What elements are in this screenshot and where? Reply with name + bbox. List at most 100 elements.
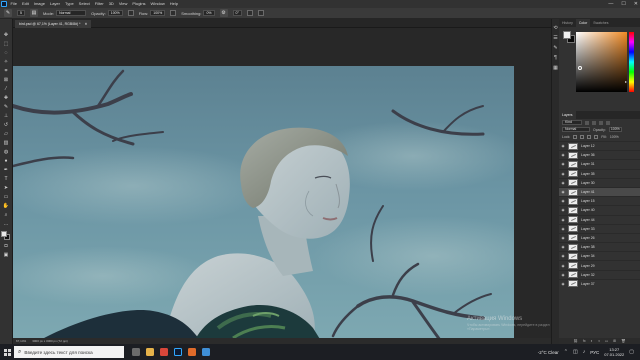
layer-row[interactable]: ◉ Layer 37	[559, 278, 640, 288]
tab-history[interactable]: History	[559, 19, 576, 27]
color-field[interactable]	[576, 32, 627, 92]
lasso-tool-icon[interactable]: ◌	[1, 49, 11, 57]
pen-tool-icon[interactable]: ✒	[1, 166, 11, 174]
visibility-eye-icon[interactable]: ◉	[561, 264, 565, 268]
symmetry-icon[interactable]	[257, 10, 264, 16]
smoothing-field[interactable]: 0%	[203, 10, 215, 16]
crop-tool-icon[interactable]: ⌗	[1, 67, 11, 75]
messenger-icon[interactable]	[202, 348, 210, 356]
tab-color[interactable]: Color	[575, 19, 591, 27]
visibility-eye-icon[interactable]: ◉	[561, 153, 565, 157]
libraries-panel-icon[interactable]: ▦	[553, 65, 558, 71]
mask-icon[interactable]: ◐	[591, 339, 593, 343]
lock-all-icon[interactable]	[594, 134, 599, 139]
panel-foreground-swatch[interactable]	[563, 31, 571, 39]
menu-window[interactable]: Window	[148, 0, 167, 8]
link-icon[interactable]: ⛓	[573, 339, 577, 343]
gradient-tool-icon[interactable]: ▥	[1, 139, 11, 147]
brush-panel-icon[interactable]: ✎	[553, 45, 557, 51]
visibility-eye-icon[interactable]: ◉	[561, 218, 565, 222]
menu-view[interactable]: View	[116, 0, 130, 8]
clone-stamp-tool-icon[interactable]: ⊥	[1, 112, 11, 120]
canvas-workspace[interactable]	[13, 28, 559, 344]
maximize-button[interactable]: ☐	[621, 1, 625, 7]
screen-mode-icon[interactable]: ▣	[1, 251, 11, 259]
photoshop-taskbar-icon[interactable]	[174, 348, 182, 356]
menu-edit[interactable]: Edit	[19, 0, 31, 8]
layer-row[interactable]: ◉ Layer 30	[559, 177, 640, 187]
menu-type[interactable]: Type	[63, 0, 77, 8]
menu-file[interactable]: File	[8, 0, 19, 8]
path-selection-tool-icon[interactable]: ➤	[1, 184, 11, 192]
language-indicator[interactable]: РУС	[590, 350, 599, 355]
dodge-tool-icon[interactable]: ●	[1, 157, 11, 165]
adjustment-icon[interactable]: ◑	[598, 339, 600, 343]
visibility-eye-icon[interactable]: ◉	[561, 144, 565, 148]
quick-select-tool-icon[interactable]: ✧	[1, 58, 11, 66]
layer-row[interactable]: ◉ Layer 15	[559, 196, 640, 205]
visibility-eye-icon[interactable]: ◉	[561, 254, 565, 258]
layer-row[interactable]: ◉ Layer 44	[559, 214, 640, 224]
brush-preset-icon[interactable]: ✎	[4, 9, 12, 17]
visibility-eye-icon[interactable]: ◉	[561, 190, 565, 194]
opacity-field[interactable]: 100%	[107, 10, 123, 16]
clock[interactable]: 13:27 07.01.2022	[604, 347, 624, 357]
eraser-tool-icon[interactable]: ▱	[1, 130, 11, 138]
color-swatches[interactable]	[1, 231, 11, 241]
menu-help[interactable]: Help	[167, 0, 180, 8]
visibility-eye-icon[interactable]: ◉	[561, 245, 565, 249]
layer-row[interactable]: ◉ Layer 38	[559, 242, 640, 251]
color-picker-handle[interactable]	[578, 66, 582, 70]
fill-field[interactable]: 100%	[610, 135, 619, 139]
volume-icon[interactable]: ♪	[583, 349, 586, 355]
fx-icon[interactable]: fx	[583, 339, 586, 343]
history-brush-tool-icon[interactable]: ↺	[1, 121, 11, 129]
foreground-color-swatch[interactable]	[1, 231, 7, 237]
tab-swatches[interactable]: Swatches	[590, 19, 611, 27]
hue-slider[interactable]	[629, 32, 634, 92]
menu-3d[interactable]: 3D	[106, 0, 116, 8]
close-window-button[interactable]: ✕	[634, 1, 638, 7]
start-button[interactable]	[0, 344, 14, 360]
visibility-eye-icon[interactable]: ◉	[561, 273, 565, 277]
layer-row[interactable]: ◉ Layer 35	[559, 168, 640, 178]
layer-row-selected[interactable]: ◉ Layer 41	[559, 186, 640, 197]
frame-tool-icon[interactable]: ⊠	[1, 76, 11, 84]
tray-arrow-icon[interactable]: ⌃	[564, 349, 568, 355]
visibility-eye-icon[interactable]: ◉	[561, 162, 565, 166]
menu-filter[interactable]: Filter	[92, 0, 106, 8]
layer-kind-filter[interactable]: Kind	[562, 120, 582, 125]
layer-row[interactable]: ◉ Layer 36	[559, 150, 640, 159]
layer-row[interactable]: ◉ Layer 33	[559, 223, 640, 233]
lock-transparent-icon[interactable]	[573, 134, 578, 139]
visibility-eye-icon[interactable]: ◉	[561, 227, 565, 231]
layer-row[interactable]: ◉ Layer 26	[559, 232, 640, 242]
network-icon[interactable]: ◫	[573, 349, 578, 355]
visibility-eye-icon[interactable]: ◉	[561, 181, 565, 185]
document-info[interactable]: 3000 px x 3000 px (72 ppi)	[32, 339, 68, 343]
properties-panel-icon[interactable]: ☰	[553, 35, 557, 41]
filter-type-icon[interactable]	[599, 120, 603, 125]
brush-angle-field[interactable]: 0°	[232, 10, 242, 16]
notifications-icon[interactable]: ▢	[629, 349, 634, 355]
pressure-size-icon[interactable]	[246, 10, 253, 16]
visibility-eye-icon[interactable]: ◉	[561, 236, 565, 240]
layer-row[interactable]: ◉ Layer 34	[559, 251, 640, 260]
lock-image-icon[interactable]	[580, 134, 585, 139]
healing-brush-tool-icon[interactable]: ✚	[1, 94, 11, 102]
new-layer-icon[interactable]: ⊞	[613, 339, 616, 343]
artwork-canvas[interactable]	[13, 66, 514, 344]
layer-opacity-field[interactable]: 100%	[608, 127, 622, 132]
hand-tool-icon[interactable]: ✋	[1, 202, 11, 210]
filter-shape-icon[interactable]	[606, 120, 610, 125]
photoshop-logo-icon[interactable]	[0, 0, 8, 8]
filter-pixel-icon[interactable]	[585, 120, 589, 125]
filter-adjustment-icon[interactable]	[592, 120, 596, 125]
brush-settings-icon[interactable]: ▤	[29, 9, 38, 17]
panel-color-swatches[interactable]	[563, 31, 575, 43]
paragraph-panel-icon[interactable]: ¶	[554, 55, 557, 61]
menu-layer[interactable]: Layer	[47, 0, 62, 8]
layer-row[interactable]: ◉ Layer 40	[559, 205, 640, 214]
brush-tool-icon[interactable]: ✎	[1, 103, 11, 111]
document-tab[interactable]: bird.psd @ 67,1% (Layer 41, RGB/8#) * ✕	[15, 20, 92, 28]
